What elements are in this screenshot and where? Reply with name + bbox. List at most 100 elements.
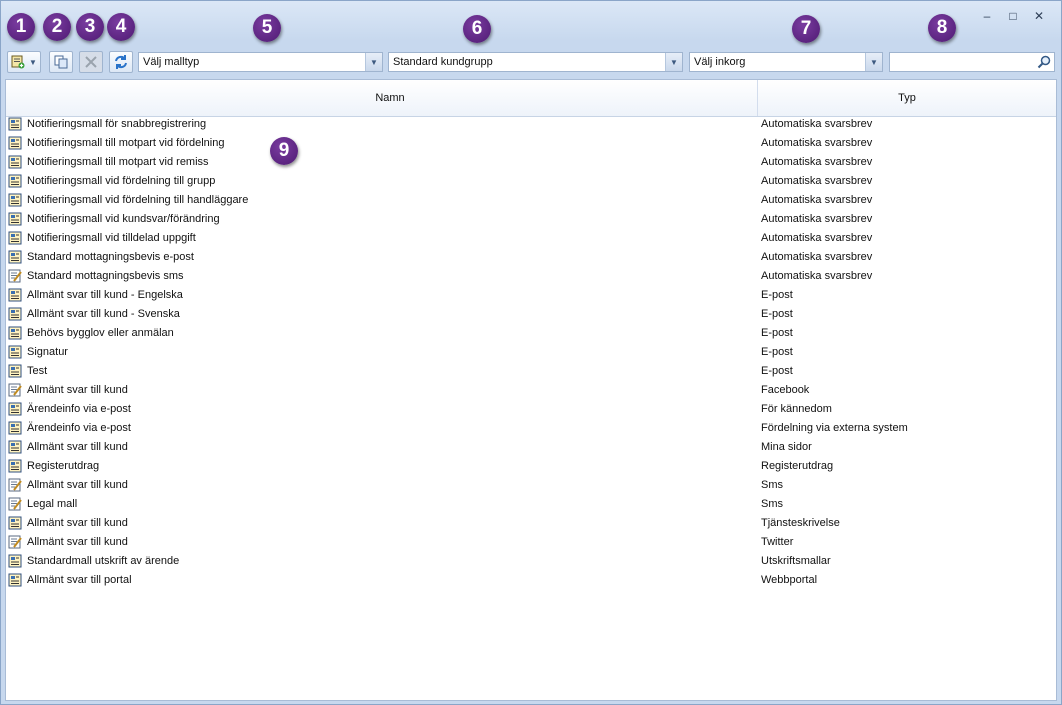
- template-name: Notifieringsmall till motpart vid fördel…: [27, 137, 225, 149]
- copy-button[interactable]: [49, 51, 73, 73]
- template-type: E-post: [761, 346, 793, 358]
- template-name: Allmänt svar till kund: [27, 384, 128, 396]
- template-type: Fördelning via externa system: [761, 422, 908, 434]
- new-template-icon: [11, 55, 25, 69]
- callout-badge: 5: [253, 14, 281, 42]
- chevron-down-icon[interactable]: ▼: [865, 53, 882, 71]
- callout-badge: 1: [7, 13, 35, 41]
- template-icon: [8, 516, 22, 530]
- table-row[interactable]: Standardmall utskrift av ärende Utskrifts…: [6, 552, 1056, 571]
- table-row[interactable]: Notifieringsmall till motpart vid remiss…: [6, 153, 1056, 172]
- new-template-button[interactable]: ▼: [7, 51, 41, 73]
- table-row[interactable]: Behövs bygglov eller anmälan E-post: [6, 324, 1056, 343]
- template-name: Allmänt svar till kund: [27, 441, 128, 453]
- table-row[interactable]: Allmänt svar till kund Tjänsteskrivelse: [6, 514, 1056, 533]
- table-row[interactable]: Allmänt svar till kund Sms: [6, 476, 1056, 495]
- template-type: E-post: [761, 365, 793, 377]
- template-type: Automatiska svarsbrev: [761, 251, 873, 263]
- template-icon: [8, 307, 22, 321]
- table-row[interactable]: Notifieringsmall vid tilldelad uppgift Au…: [6, 229, 1056, 248]
- template-type: Sms: [761, 498, 783, 510]
- minimize-icon[interactable]: –: [979, 9, 995, 23]
- refresh-button[interactable]: [109, 51, 133, 73]
- template-name: Allmänt svar till kund: [27, 517, 128, 529]
- column-header-type[interactable]: Typ: [758, 80, 1056, 116]
- template-type: Registerutdrag: [761, 460, 834, 472]
- callout-badge: 6: [463, 15, 491, 43]
- note-icon: [8, 497, 22, 511]
- table-row[interactable]: Allmänt svar till kund Twitter: [6, 533, 1056, 552]
- template-type-value: Välj malltyp: [143, 56, 200, 68]
- maximize-icon[interactable]: □: [1005, 9, 1021, 23]
- template-table: Namn Typ Notifieringsmall för snabbregis…: [5, 79, 1057, 701]
- template-name: Ärendeinfo via e-post: [27, 403, 131, 415]
- template-icon: [8, 402, 22, 416]
- template-name: Ärendeinfo via e-post: [27, 422, 131, 434]
- table-row[interactable]: Allmänt svar till kund - Svenska E-post: [6, 305, 1056, 324]
- template-name: Notifieringsmall för snabbregistrering: [27, 118, 207, 130]
- table-row[interactable]: Signatur E-post: [6, 343, 1056, 362]
- template-type: Utskriftsmallar: [761, 555, 831, 567]
- table-row[interactable]: Notifieringsmall till motpart vid fördel…: [6, 134, 1056, 153]
- chevron-down-icon[interactable]: ▼: [665, 53, 682, 71]
- template-icon: [8, 155, 22, 169]
- template-type: Mina sidor: [761, 441, 812, 453]
- table-header: Namn Typ: [6, 80, 1056, 117]
- callout-badge: 8: [928, 14, 956, 42]
- template-name: Notifieringsmall till motpart vid remiss: [27, 156, 209, 168]
- table-row[interactable]: Notifieringsmall vid fördelning till han…: [6, 191, 1056, 210]
- template-icon: [8, 459, 22, 473]
- template-icon: [8, 554, 22, 568]
- callout-badge: 7: [792, 15, 820, 43]
- inbox-value: Välj inkorg: [694, 56, 746, 68]
- table-row[interactable]: Allmänt svar till portal Webbportal: [6, 571, 1056, 590]
- template-name: Behövs bygglov eller anmälan: [27, 327, 174, 339]
- close-icon[interactable]: ✕: [1031, 9, 1047, 23]
- table-row[interactable]: Notifieringsmall för snabbregistrering Au…: [6, 115, 1056, 134]
- table-row[interactable]: Test E-post: [6, 362, 1056, 381]
- callout-badge: 2: [43, 13, 71, 41]
- table-row[interactable]: Notifieringsmall vid kundsvar/förändring…: [6, 210, 1056, 229]
- customer-group-select[interactable]: Standard kundgrupp ▼: [388, 52, 683, 72]
- delete-button[interactable]: [79, 51, 103, 73]
- search-input[interactable]: [889, 52, 1055, 72]
- table-row[interactable]: Allmänt svar till kund Facebook: [6, 381, 1056, 400]
- table-row[interactable]: Registerutdrag Registerutdrag: [6, 457, 1056, 476]
- table-row[interactable]: Ärendeinfo via e-post Fördelning via exte…: [6, 419, 1056, 438]
- template-type: Sms: [761, 479, 783, 491]
- table-row[interactable]: Standard mottagningsbevis e-post Automati…: [6, 248, 1056, 267]
- template-name: Standardmall utskrift av ärende: [27, 555, 180, 567]
- chevron-down-icon[interactable]: ▼: [365, 53, 382, 71]
- callout-badge: 9: [270, 137, 298, 165]
- table-row[interactable]: Allmänt svar till kund - Engelska E-post: [6, 286, 1056, 305]
- table-row[interactable]: Allmänt svar till kund Mina sidor: [6, 438, 1056, 457]
- table-row[interactable]: Ärendeinfo via e-post För kännedom: [6, 400, 1056, 419]
- template-name: Standard mottagningsbevis sms: [27, 270, 184, 282]
- toolbar: ▼ Välj malltyp ▼ Standard kundgrupp ▼ Vä…: [7, 51, 1057, 73]
- template-icon: [8, 250, 22, 264]
- note-icon: [8, 383, 22, 397]
- table-row[interactable]: Legal mall Sms: [6, 495, 1056, 514]
- table-row[interactable]: Notifieringsmall vid fördelning till gru…: [6, 172, 1056, 191]
- inbox-select[interactable]: Välj inkorg ▼: [689, 52, 883, 72]
- template-name: Allmänt svar till kund: [27, 479, 128, 491]
- column-header-name[interactable]: Namn: [23, 80, 758, 116]
- template-type: E-post: [761, 289, 793, 301]
- template-icon: [8, 231, 22, 245]
- table-row[interactable]: Standard mottagningsbevis sms Automatiska…: [6, 267, 1056, 286]
- template-name: Test: [27, 365, 48, 377]
- template-type: Automatiska svarsbrev: [761, 194, 873, 206]
- template-type-select[interactable]: Välj malltyp ▼: [138, 52, 383, 72]
- template-name: Allmänt svar till kund: [27, 536, 128, 548]
- template-icon: [8, 364, 22, 378]
- template-name: Notifieringsmall vid fördelning till han…: [27, 194, 249, 206]
- template-icon: [8, 326, 22, 340]
- template-name: Legal mall: [27, 498, 78, 510]
- template-type: För kännedom: [761, 403, 832, 415]
- template-name: Allmänt svar till kund - Engelska: [27, 289, 183, 301]
- template-type: Automatiska svarsbrev: [761, 175, 873, 187]
- template-icon: [8, 136, 22, 150]
- search-icon[interactable]: [1037, 55, 1051, 69]
- template-icon: [8, 345, 22, 359]
- template-type: Automatiska svarsbrev: [761, 137, 873, 149]
